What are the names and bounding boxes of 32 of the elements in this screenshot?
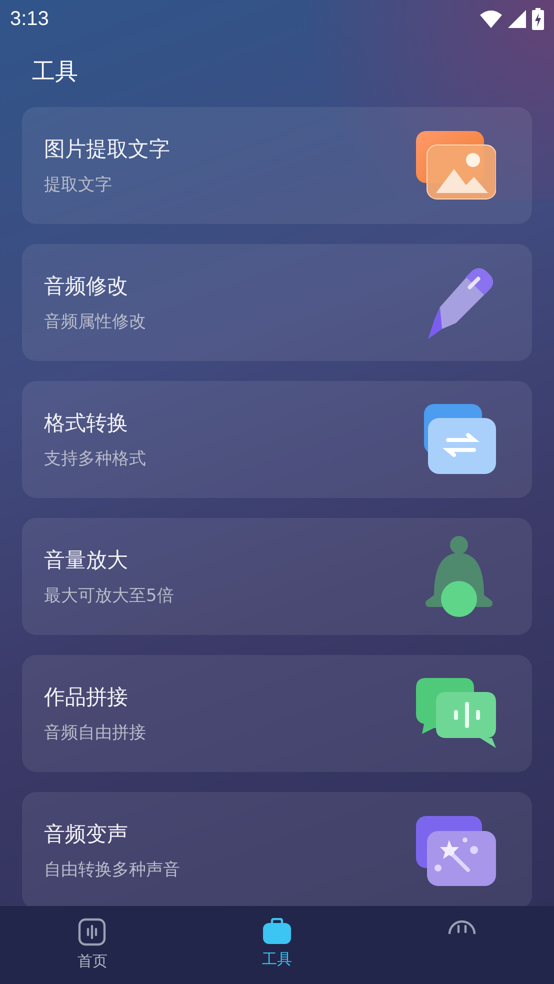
tool-title: 音频变声 [44,821,129,848]
tool-card[interactable]: 音频变声 自由转换多种声音 [22,792,532,906]
tool-card[interactable]: 格式转换 支持多种格式 [22,381,532,498]
wifi-icon [480,10,502,28]
picture-icon [416,130,496,200]
tool-card[interactable]: 图片提取文字 提取文字 [22,107,532,224]
tool-card[interactable]: 音量放大 最大可放大至5倍 [22,518,532,635]
tool-card[interactable]: 作品拼接 音频自由拼接 [22,655,532,772]
tool-title: 作品拼接 [44,684,129,711]
battery-icon [532,8,544,30]
tool-title: 图片提取文字 [44,136,170,163]
tool-subtitle: 提取文字 [44,174,113,196]
tool-subtitle: 自由转换多种声音 [44,859,180,881]
tool-subtitle: 音频属性修改 [44,311,146,333]
tool-subtitle: 最大可放大至5倍 [44,585,174,607]
chat-icon [416,678,496,750]
tool-title: 音量放大 [44,547,129,574]
face-tab-icon [448,918,476,934]
nav-tab[interactable]: 工具 [184,906,370,984]
signal-icon [508,10,526,28]
status-time: 3:13 [10,8,49,30]
home-tab-icon [78,918,106,946]
convert-icon [424,404,496,476]
nav-tab[interactable]: 首页 [0,906,185,984]
tool-card[interactable]: 音频修改 音频属性修改 [22,244,532,361]
tool-subtitle: 支持多种格式 [44,448,146,470]
briefcase-icon [263,918,291,944]
tool-title: 格式转换 [44,410,129,437]
magic-wand-icon [416,816,496,886]
page-title: 工具 [31,58,79,87]
tool-subtitle: 音频自由拼接 [44,722,146,744]
tool-title: 音频修改 [44,273,129,300]
